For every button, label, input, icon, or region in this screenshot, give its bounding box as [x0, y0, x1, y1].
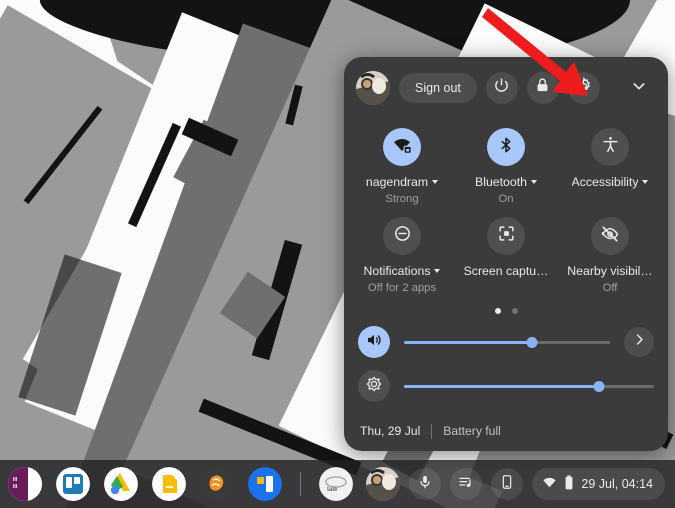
tile-network-sublabel: Strong	[385, 193, 419, 205]
wifi-icon	[542, 475, 557, 493]
chevron-down-icon[interactable]	[530, 180, 537, 184]
tile-nearby-visibility-sublabel: Off	[602, 282, 618, 294]
tile-network[interactable]: nagendram Strong	[350, 122, 454, 209]
media-button[interactable]	[450, 468, 483, 500]
feature-tile-grid: nagendram Strong Bluetooth On Accessibil…	[344, 119, 668, 298]
notifications-tile-icon-bg	[383, 217, 421, 255]
tile-bluetooth[interactable]: Bluetooth On	[454, 122, 558, 209]
shelf: III III tale 29 Jul, 04:14	[0, 460, 675, 508]
accessibility-icon	[601, 135, 620, 159]
battery-full-icon	[563, 475, 575, 493]
quick-settings-header: Sign out	[344, 57, 668, 119]
brightness-icon	[365, 375, 383, 398]
tile-nearby-visibility-label: Nearby visibil…	[567, 264, 653, 278]
gear-icon	[575, 76, 593, 100]
tile-notifications[interactable]: Notifications Off for 2 apps	[350, 211, 454, 298]
microphone-button[interactable]	[409, 468, 442, 500]
shelf-divider	[300, 472, 301, 496]
avatar[interactable]	[356, 71, 390, 105]
app-icon-7[interactable]: tale	[319, 467, 353, 501]
volume-toggle-button[interactable]	[358, 326, 390, 358]
chevron-right-icon	[632, 332, 647, 352]
brightness-slider-row	[344, 364, 668, 408]
svg-text:tale: tale	[327, 487, 338, 493]
brightness-slider[interactable]	[404, 379, 654, 393]
system-tray-button[interactable]: 29 Jul, 04:14	[532, 468, 665, 500]
microphone-icon	[417, 474, 433, 495]
chromeos-desktop: Sign out nagendram Strong Bluetooth On A…	[0, 0, 675, 508]
tile-accessibility-label: Accessibility	[571, 175, 639, 189]
page-dot-2[interactable]	[511, 308, 518, 314]
tile-bluetooth-label: Bluetooth	[475, 175, 527, 189]
quick-settings-panel: Sign out nagendram Strong Bluetooth On A…	[344, 57, 668, 451]
chevron-down-icon[interactable]	[432, 180, 439, 184]
volume-slider[interactable]	[404, 335, 610, 349]
date-label[interactable]: Thu, 29 Jul	[360, 424, 420, 438]
app-icon-4[interactable]	[152, 467, 186, 501]
app-icon-5[interactable]	[200, 467, 234, 501]
tile-screen-capture-label-row: Screen captu…	[464, 264, 549, 278]
phone-hub-icon	[499, 474, 515, 495]
app-icon-2[interactable]	[56, 467, 90, 501]
tile-screen-capture[interactable]: Screen captu…	[454, 211, 558, 298]
volume-fill	[404, 341, 532, 344]
tile-notifications-label: Notifications	[363, 264, 431, 278]
bluetooth-tile-icon-bg	[487, 128, 525, 166]
lock-icon	[534, 77, 551, 99]
collapse-button[interactable]	[624, 73, 654, 103]
accessibility-tile-icon-bg	[591, 128, 629, 166]
wifi-icon	[392, 135, 412, 160]
brightness-icon-button[interactable]	[358, 370, 390, 402]
tile-notifications-label-row: Notifications	[364, 264, 441, 278]
tile-network-label: nagendram	[365, 175, 429, 189]
nearby-visibility-off-icon	[600, 224, 620, 249]
settings-button[interactable]	[567, 72, 600, 104]
tile-nearby-visibility[interactable]: Nearby visibil… Off	[558, 211, 662, 298]
chevron-down-icon[interactable]	[434, 269, 441, 273]
bluetooth-icon	[497, 136, 515, 159]
power-button[interactable]	[485, 72, 518, 104]
app-icon-1[interactable]: III III	[8, 467, 42, 501]
sign-out-button[interactable]: Sign out	[399, 73, 477, 103]
brightness-thumb[interactable]	[593, 380, 605, 392]
wifi-tile-icon-bg	[383, 128, 421, 166]
tile-bluetooth-sublabel: On	[498, 193, 514, 205]
svg-text:III: III	[13, 484, 18, 490]
do-not-disturb-icon	[393, 224, 412, 248]
chevron-down-icon	[631, 78, 647, 99]
svg-text:III: III	[13, 477, 18, 483]
volume-on-icon	[365, 331, 383, 354]
page-dot-1[interactable]	[494, 308, 501, 314]
shelf-status-area: 29 Jul, 04:14	[366, 467, 675, 501]
tile-screen-capture-label: Screen captu…	[463, 264, 549, 278]
power-icon	[493, 77, 510, 99]
tile-nearby-visibility-label-row: Nearby visibil…	[567, 264, 652, 278]
brightness-fill	[404, 385, 599, 388]
nearby-visibility-tile-icon-bg	[591, 217, 629, 255]
screen-capture-icon	[497, 224, 516, 248]
pagination-dots	[344, 302, 668, 320]
quick-settings-footer: Thu, 29 Jul Battery full	[344, 411, 668, 451]
phone-hub-button[interactable]	[491, 468, 524, 500]
tile-notifications-sublabel: Off for 2 apps	[367, 282, 437, 294]
media-playlist-icon	[458, 474, 474, 495]
tile-bluetooth-label-row: Bluetooth	[475, 175, 537, 189]
chevron-down-icon[interactable]	[642, 180, 649, 184]
tile-accessibility-label-row: Accessibility	[572, 175, 649, 189]
clock-label: 29 Jul, 04:14	[581, 477, 653, 491]
screen-capture-tile-icon-bg	[487, 217, 525, 255]
app-icon-6[interactable]	[248, 467, 282, 501]
battery-status-label[interactable]: Battery full	[443, 424, 501, 438]
volume-slider-row	[344, 320, 668, 364]
tile-accessibility[interactable]: Accessibility	[558, 122, 662, 209]
audio-settings-button[interactable]	[624, 327, 654, 357]
footer-divider	[431, 423, 433, 439]
app-icon-3[interactable]	[104, 467, 138, 501]
shelf-app-list: III III tale	[0, 467, 353, 501]
avatar[interactable]	[366, 467, 401, 501]
volume-thumb[interactable]	[526, 336, 538, 348]
lock-button[interactable]	[526, 72, 559, 104]
tile-network-label-row: nagendram	[365, 175, 439, 189]
